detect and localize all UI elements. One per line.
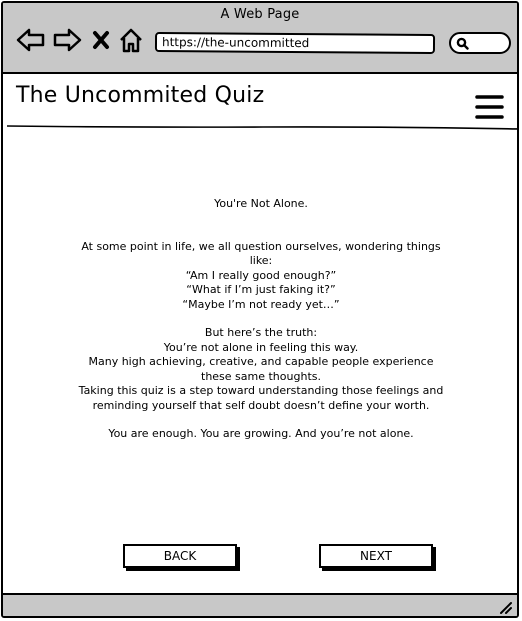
browser-window: A Web Page https://the-uncommitted The U…: [1, 1, 519, 618]
intro-paragraph-line: At some point in life, we all question o…: [81, 239, 441, 253]
address-bar[interactable]: https://the-uncommitted: [154, 32, 436, 54]
self-doubt-quote: “What if I’m just faking it?”: [186, 283, 336, 296]
closing-statement: You are enough. You are growing. And you…: [108, 427, 414, 440]
back-arrow-icon[interactable]: [15, 25, 47, 55]
self-doubt-quote: “Maybe I’m not ready yet…”: [182, 297, 340, 311]
page-title: The Uncommited Quiz: [16, 83, 265, 108]
forward-arrow-icon[interactable]: [51, 25, 83, 55]
home-icon[interactable]: [117, 25, 145, 55]
intro-paragraph-line: like:: [249, 254, 273, 267]
close-icon[interactable]: [89, 25, 113, 55]
truth-paragraph-line: these same thoughts.: [201, 369, 321, 383]
resize-grip-icon[interactable]: [499, 601, 513, 615]
search-icon: [456, 37, 469, 50]
search-field[interactable]: [449, 32, 511, 54]
self-doubt-quote: “Am I really good enough?”: [185, 268, 337, 282]
status-bar: [3, 593, 517, 616]
truth-paragraph-line: Taking this quiz is a step toward unders…: [78, 384, 444, 397]
hamburger-menu-icon[interactable]: [475, 93, 505, 121]
back-button[interactable]: BACK: [123, 544, 237, 568]
intro-text-block: You're Not Alone. At some point in life,…: [63, 197, 459, 442]
browser-toolbar: A Web Page https://the-uncommitted: [3, 3, 517, 74]
header-divider: [7, 125, 517, 130]
truth-paragraph-line: You’re not alone in feeling this way.: [163, 340, 359, 354]
window-title: A Web Page: [220, 7, 300, 22]
truth-paragraph-line: Many high achieving, creative, and capab…: [88, 355, 434, 368]
intro-heading: You're Not Alone.: [214, 197, 308, 210]
next-button[interactable]: NEXT: [319, 544, 433, 568]
truth-paragraph-line: reminding yourself that self doubt doesn…: [92, 398, 430, 412]
truth-paragraph-line: But here’s the truth:: [204, 326, 318, 339]
